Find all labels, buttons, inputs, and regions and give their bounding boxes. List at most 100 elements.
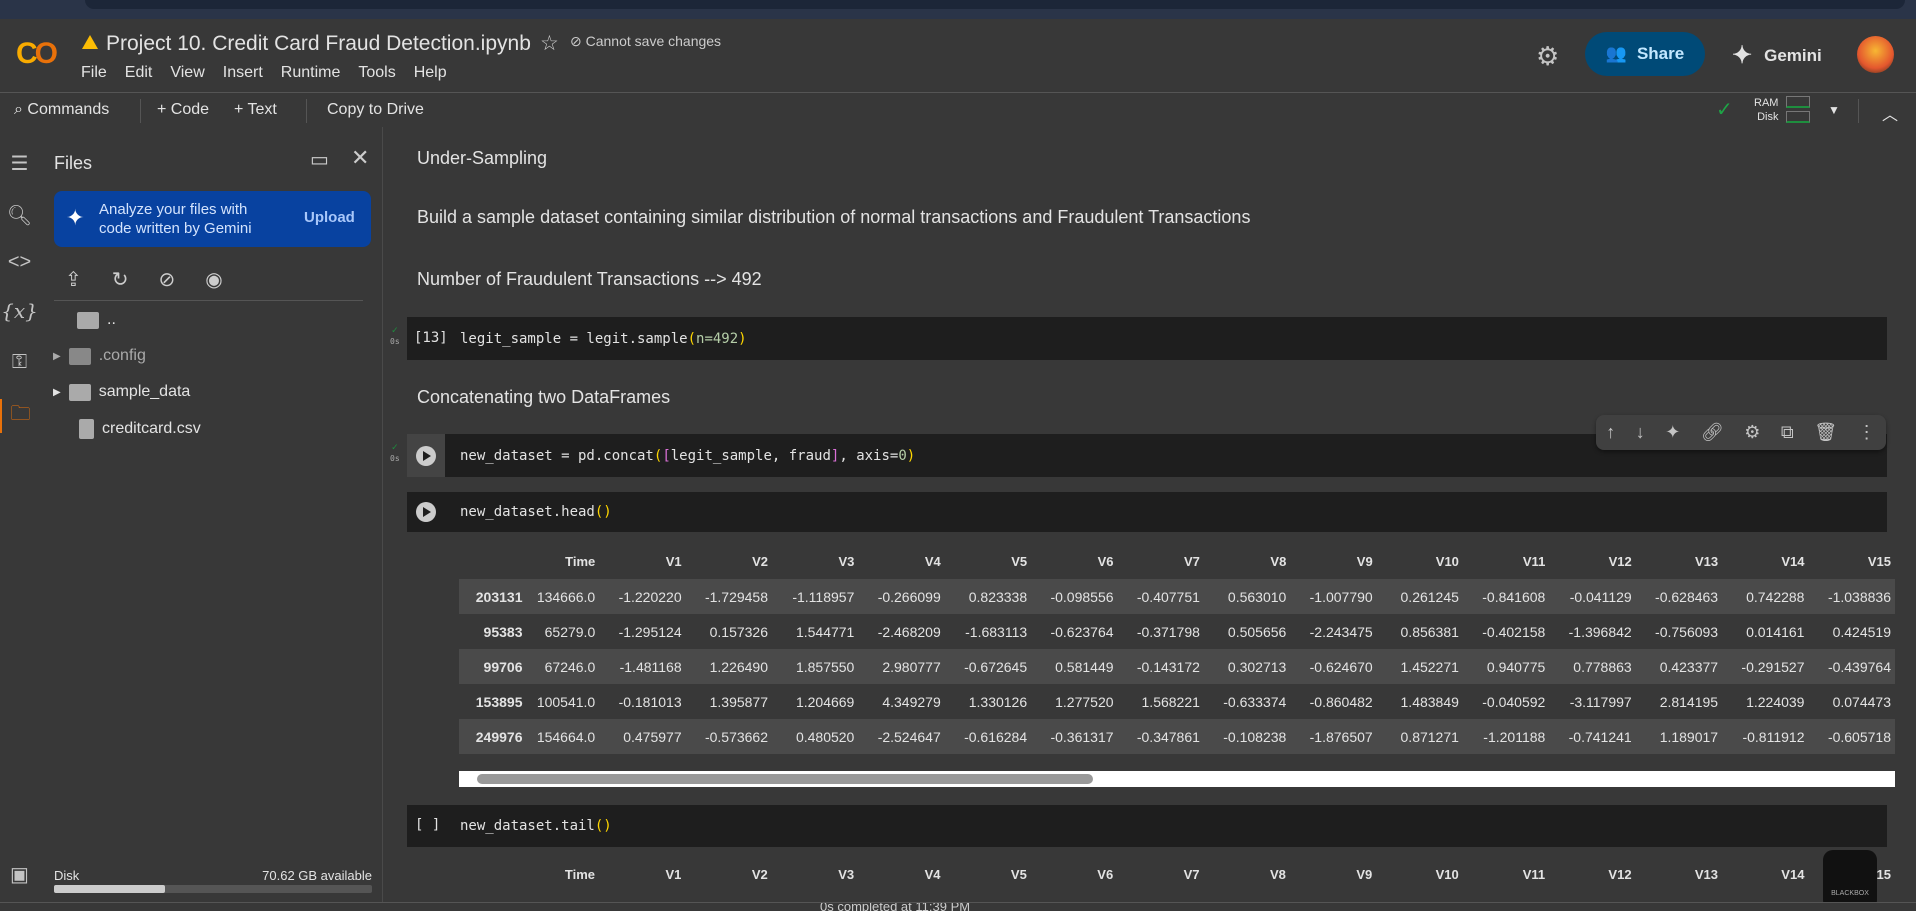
column-header: V4: [924, 554, 941, 569]
table-cell: 0.778863: [1573, 658, 1632, 675]
column-header: V10: [1435, 867, 1459, 882]
variables-icon[interactable]: {x}: [0, 299, 39, 323]
run-button[interactable]: [407, 492, 445, 532]
add-code-button[interactable]: + Code: [157, 101, 209, 119]
file-item-sample-data[interactable]: ▶ sample_data: [53, 383, 190, 401]
column-header: V1: [665, 554, 682, 569]
share-button[interactable]: 👥 Share: [1585, 32, 1705, 76]
collapse-chevron-icon[interactable]: ︿: [1882, 101, 1898, 125]
column-header: V2: [751, 867, 768, 882]
mirror-cell-icon[interactable]: ⧉: [1781, 422, 1794, 443]
menu-file[interactable]: File: [81, 64, 107, 82]
file-name: ..: [107, 311, 116, 328]
divider: [1858, 99, 1859, 123]
star-icon[interactable]: ☆: [540, 31, 559, 56]
table-cell: 4.349279: [882, 693, 941, 710]
code-snippets-icon[interactable]: <>: [0, 251, 39, 274]
unmount-drive-icon[interactable]: ⊘: [159, 267, 176, 292]
menu-view[interactable]: View: [170, 64, 204, 82]
connected-check-icon: ✓: [1716, 99, 1733, 121]
table-cell: -1.118957: [792, 588, 855, 605]
toc-icon[interactable]: ☰: [0, 151, 39, 176]
table-cell: -0.402158: [1482, 623, 1546, 640]
settings-gear-icon[interactable]: ⚙: [1536, 41, 1559, 72]
expand-arrow-icon[interactable]: ▶: [53, 387, 61, 398]
move-down-icon[interactable]: ↓: [1636, 422, 1645, 443]
horizontal-scrollbar[interactable]: [459, 771, 1895, 787]
open-in-tab-icon[interactable]: ▭: [310, 147, 329, 172]
code-cell-head[interactable]: new_dataset.head(): [407, 492, 1887, 532]
sparkle-icon: ✦: [66, 205, 85, 230]
secrets-key-icon[interactable]: ⚿: [0, 351, 39, 374]
table-cell: 0.480520: [795, 728, 855, 745]
scrollbar-thumb[interactable]: [477, 774, 1093, 784]
close-icon[interactable]: ✕: [351, 145, 369, 171]
notebook-title[interactable]: Project 10. Credit Card Fraud Detection.…: [106, 32, 531, 56]
gemini-sparkle-icon[interactable]: ✦: [1665, 422, 1680, 443]
refresh-icon[interactable]: ↻: [112, 267, 129, 292]
runtime-dropdown-icon[interactable]: ▼: [1828, 103, 1840, 117]
table-cell: -3.117997: [1569, 693, 1632, 710]
terminal-icon[interactable]: ▣: [0, 862, 39, 887]
menu-insert[interactable]: Insert: [223, 64, 263, 82]
table-cell: 0.505656: [1227, 623, 1287, 640]
colab-logo[interactable]: CO: [16, 37, 58, 71]
table-row: 99706 67246.0 -1.481168 1.226490 1.857550 2.9…: [459, 649, 1895, 684]
link-icon[interactable]: 🔗︎: [1701, 422, 1724, 443]
table-cell: -0.143172: [1136, 658, 1200, 675]
resource-monitor[interactable]: RAM Disk: [1754, 96, 1778, 124]
avatar[interactable]: [1857, 36, 1894, 73]
move-up-icon[interactable]: ↑: [1606, 422, 1615, 443]
file-item-parent[interactable]: ..: [77, 311, 116, 329]
file-name: creditcard.csv: [102, 420, 201, 437]
file-item-config[interactable]: ▶ .config: [53, 347, 146, 365]
table-cell: 1.189017: [1659, 728, 1719, 745]
people-icon: 👥: [1605, 44, 1627, 63]
column-header: V1: [665, 867, 682, 882]
table-cell: -1.729458: [704, 588, 769, 605]
table-cell: 1.452271: [1400, 658, 1459, 675]
delete-trash-icon[interactable]: 🗑︎: [1814, 422, 1837, 443]
menu-tools[interactable]: Tools: [358, 64, 395, 82]
eye-icon[interactable]: ◉: [205, 267, 222, 292]
column-header: V5: [1010, 867, 1027, 882]
upload-button[interactable]: Upload: [304, 209, 355, 226]
table-cell: -0.605718: [1827, 728, 1891, 745]
exec-count: [ ]: [415, 817, 441, 833]
code-cell-legit-sample[interactable]: ✓ 0s [13] legit_sample = legit.sample(n=4…: [390, 317, 1887, 360]
column-header: V2: [752, 554, 769, 569]
menu-edit[interactable]: Edit: [125, 64, 153, 82]
gemini-button[interactable]: ✦ Gemini: [1732, 41, 1822, 70]
file-item-creditcard[interactable]: creditcard.csv: [79, 419, 201, 439]
code-cell-tail[interactable]: [ ] new_dataset.tail(): [407, 805, 1887, 847]
column-header: V12: [1608, 867, 1632, 882]
find-icon[interactable]: 🔍︎: [0, 203, 39, 228]
app-header: CO Project 10. Credit Card Fraud Detecti…: [0, 19, 1916, 92]
sparkle-icon: ✦: [1732, 42, 1753, 69]
expand-arrow-icon[interactable]: ▶: [53, 351, 61, 362]
commands-button[interactable]: ⌕ Commands: [14, 101, 109, 119]
table-cell: 0.157326: [709, 623, 769, 640]
column-header: V9: [1356, 554, 1373, 569]
column-header: V8: [1270, 554, 1287, 569]
add-text-button[interactable]: + Text: [234, 101, 277, 119]
run-button[interactable]: [407, 434, 445, 477]
table-cell: -0.266099: [877, 588, 941, 605]
column-header: V14: [1781, 554, 1805, 569]
table-cell: -0.371798: [1136, 623, 1200, 640]
table-cell: -1.220220: [618, 588, 682, 605]
column-header: V12: [1608, 554, 1632, 569]
cell-settings-gear-icon[interactable]: ⚙: [1744, 422, 1760, 443]
upload-file-icon[interactable]: ⇪: [65, 267, 82, 292]
files-folder-icon[interactable]: 🗀: [0, 399, 39, 433]
menu-help[interactable]: Help: [414, 64, 447, 82]
copy-to-drive-button[interactable]: Copy to Drive: [327, 101, 424, 119]
blackbox-widget[interactable]: BLACKBOX: [1823, 850, 1877, 910]
table-cell: -1.201188: [1483, 728, 1546, 745]
table-cell: -1.295124: [618, 623, 682, 640]
more-vert-icon[interactable]: ⋮: [1858, 422, 1876, 443]
play-icon: [416, 445, 436, 466]
menu-runtime[interactable]: Runtime: [281, 64, 341, 82]
table-cell: 0.014161: [1746, 623, 1805, 640]
column-header: V13: [1694, 554, 1719, 569]
